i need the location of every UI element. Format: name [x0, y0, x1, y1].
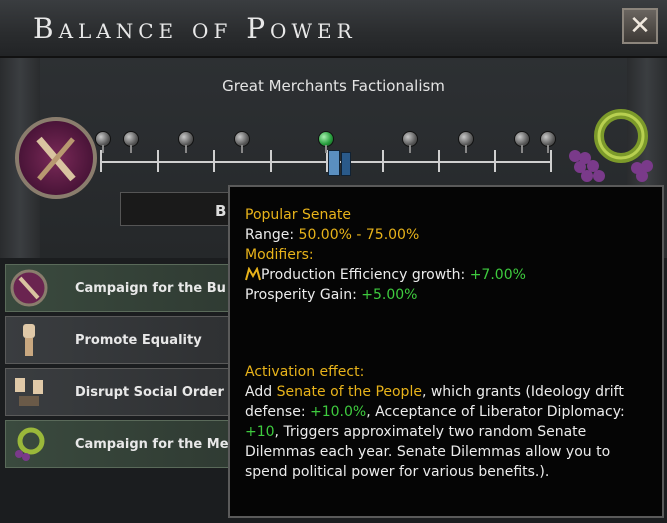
range-pin-stem: [465, 145, 467, 153]
balance-tick: [550, 150, 552, 172]
action-list: Campaign for the Bu Promote Equality Dis…: [5, 264, 245, 472]
right-faction-wreath-icon[interactable]: [563, 106, 663, 186]
range-pin-stem: [241, 145, 243, 153]
range-pin-stem: [547, 145, 549, 153]
tooltip-activation-text: Add Senate of the People, which grants (…: [245, 384, 625, 480]
balance-position-marker: [328, 150, 340, 176]
action-disrupt-social-order[interactable]: Disrupt Social Order: [5, 368, 245, 416]
tooltip-modifier-prosperity: Prosperity Gain: +5.00%: [245, 287, 418, 303]
broken-chains-icon: [6, 370, 53, 414]
raised-fist-icon: [6, 318, 53, 362]
balance-tick: [494, 150, 496, 172]
balance-tick: [100, 150, 102, 172]
balance-bar: [100, 161, 550, 163]
range-pin-stem: [409, 145, 411, 153]
range-pin-stem: [325, 145, 327, 153]
balance-name: Great Merchants Factionalism: [222, 77, 445, 95]
close-icon: ✕: [629, 11, 651, 41]
action-label: Campaign for the Me: [74, 436, 229, 452]
range-pin-stem: [102, 145, 104, 153]
balance-tick: [382, 150, 384, 172]
action-campaign-bu[interactable]: Campaign for the Bu: [5, 264, 245, 312]
window-header: Balance of Power ✕: [0, 0, 667, 58]
tooltip-modifier-production: Production Efficiency growth: +7.00%: [245, 265, 662, 285]
tooltip-modifiers-label: Modifiers:: [245, 247, 314, 263]
left-faction-emblem-icon[interactable]: [15, 117, 97, 199]
balance-drift-marker: [341, 152, 351, 176]
action-label: Disrupt Social Order: [74, 384, 224, 400]
range-pin-stem: [521, 145, 523, 153]
tooltip-range: Range: 50.00% - 75.00%: [245, 227, 420, 243]
tooltip-activation-label: Activation effect:: [245, 364, 365, 380]
range-pin-stem: [185, 145, 187, 153]
faction-shield-icon: [6, 266, 53, 310]
tooltip-heading: Popular Senate: [245, 207, 351, 223]
balance-tick: [438, 150, 440, 172]
balance-tick: [157, 150, 159, 172]
balance-slot-text: B: [215, 202, 227, 220]
range-pin-stem: [130, 145, 132, 153]
window-title: Balance of Power: [33, 12, 357, 45]
close-button[interactable]: ✕: [622, 8, 658, 44]
action-promote-equality[interactable]: Promote Equality: [5, 316, 245, 364]
balance-tick: [270, 150, 272, 172]
action-label: Campaign for the Bu: [74, 280, 226, 296]
production-efficiency-icon: [245, 266, 261, 281]
action-label: Promote Equality: [74, 332, 202, 348]
tooltip: Popular Senate Range: 50.00% - 75.00% Mo…: [228, 185, 664, 518]
grape-wreath-icon: [6, 422, 53, 466]
action-campaign-me[interactable]: Campaign for the Me: [5, 420, 245, 468]
balance-tick: [213, 150, 215, 172]
